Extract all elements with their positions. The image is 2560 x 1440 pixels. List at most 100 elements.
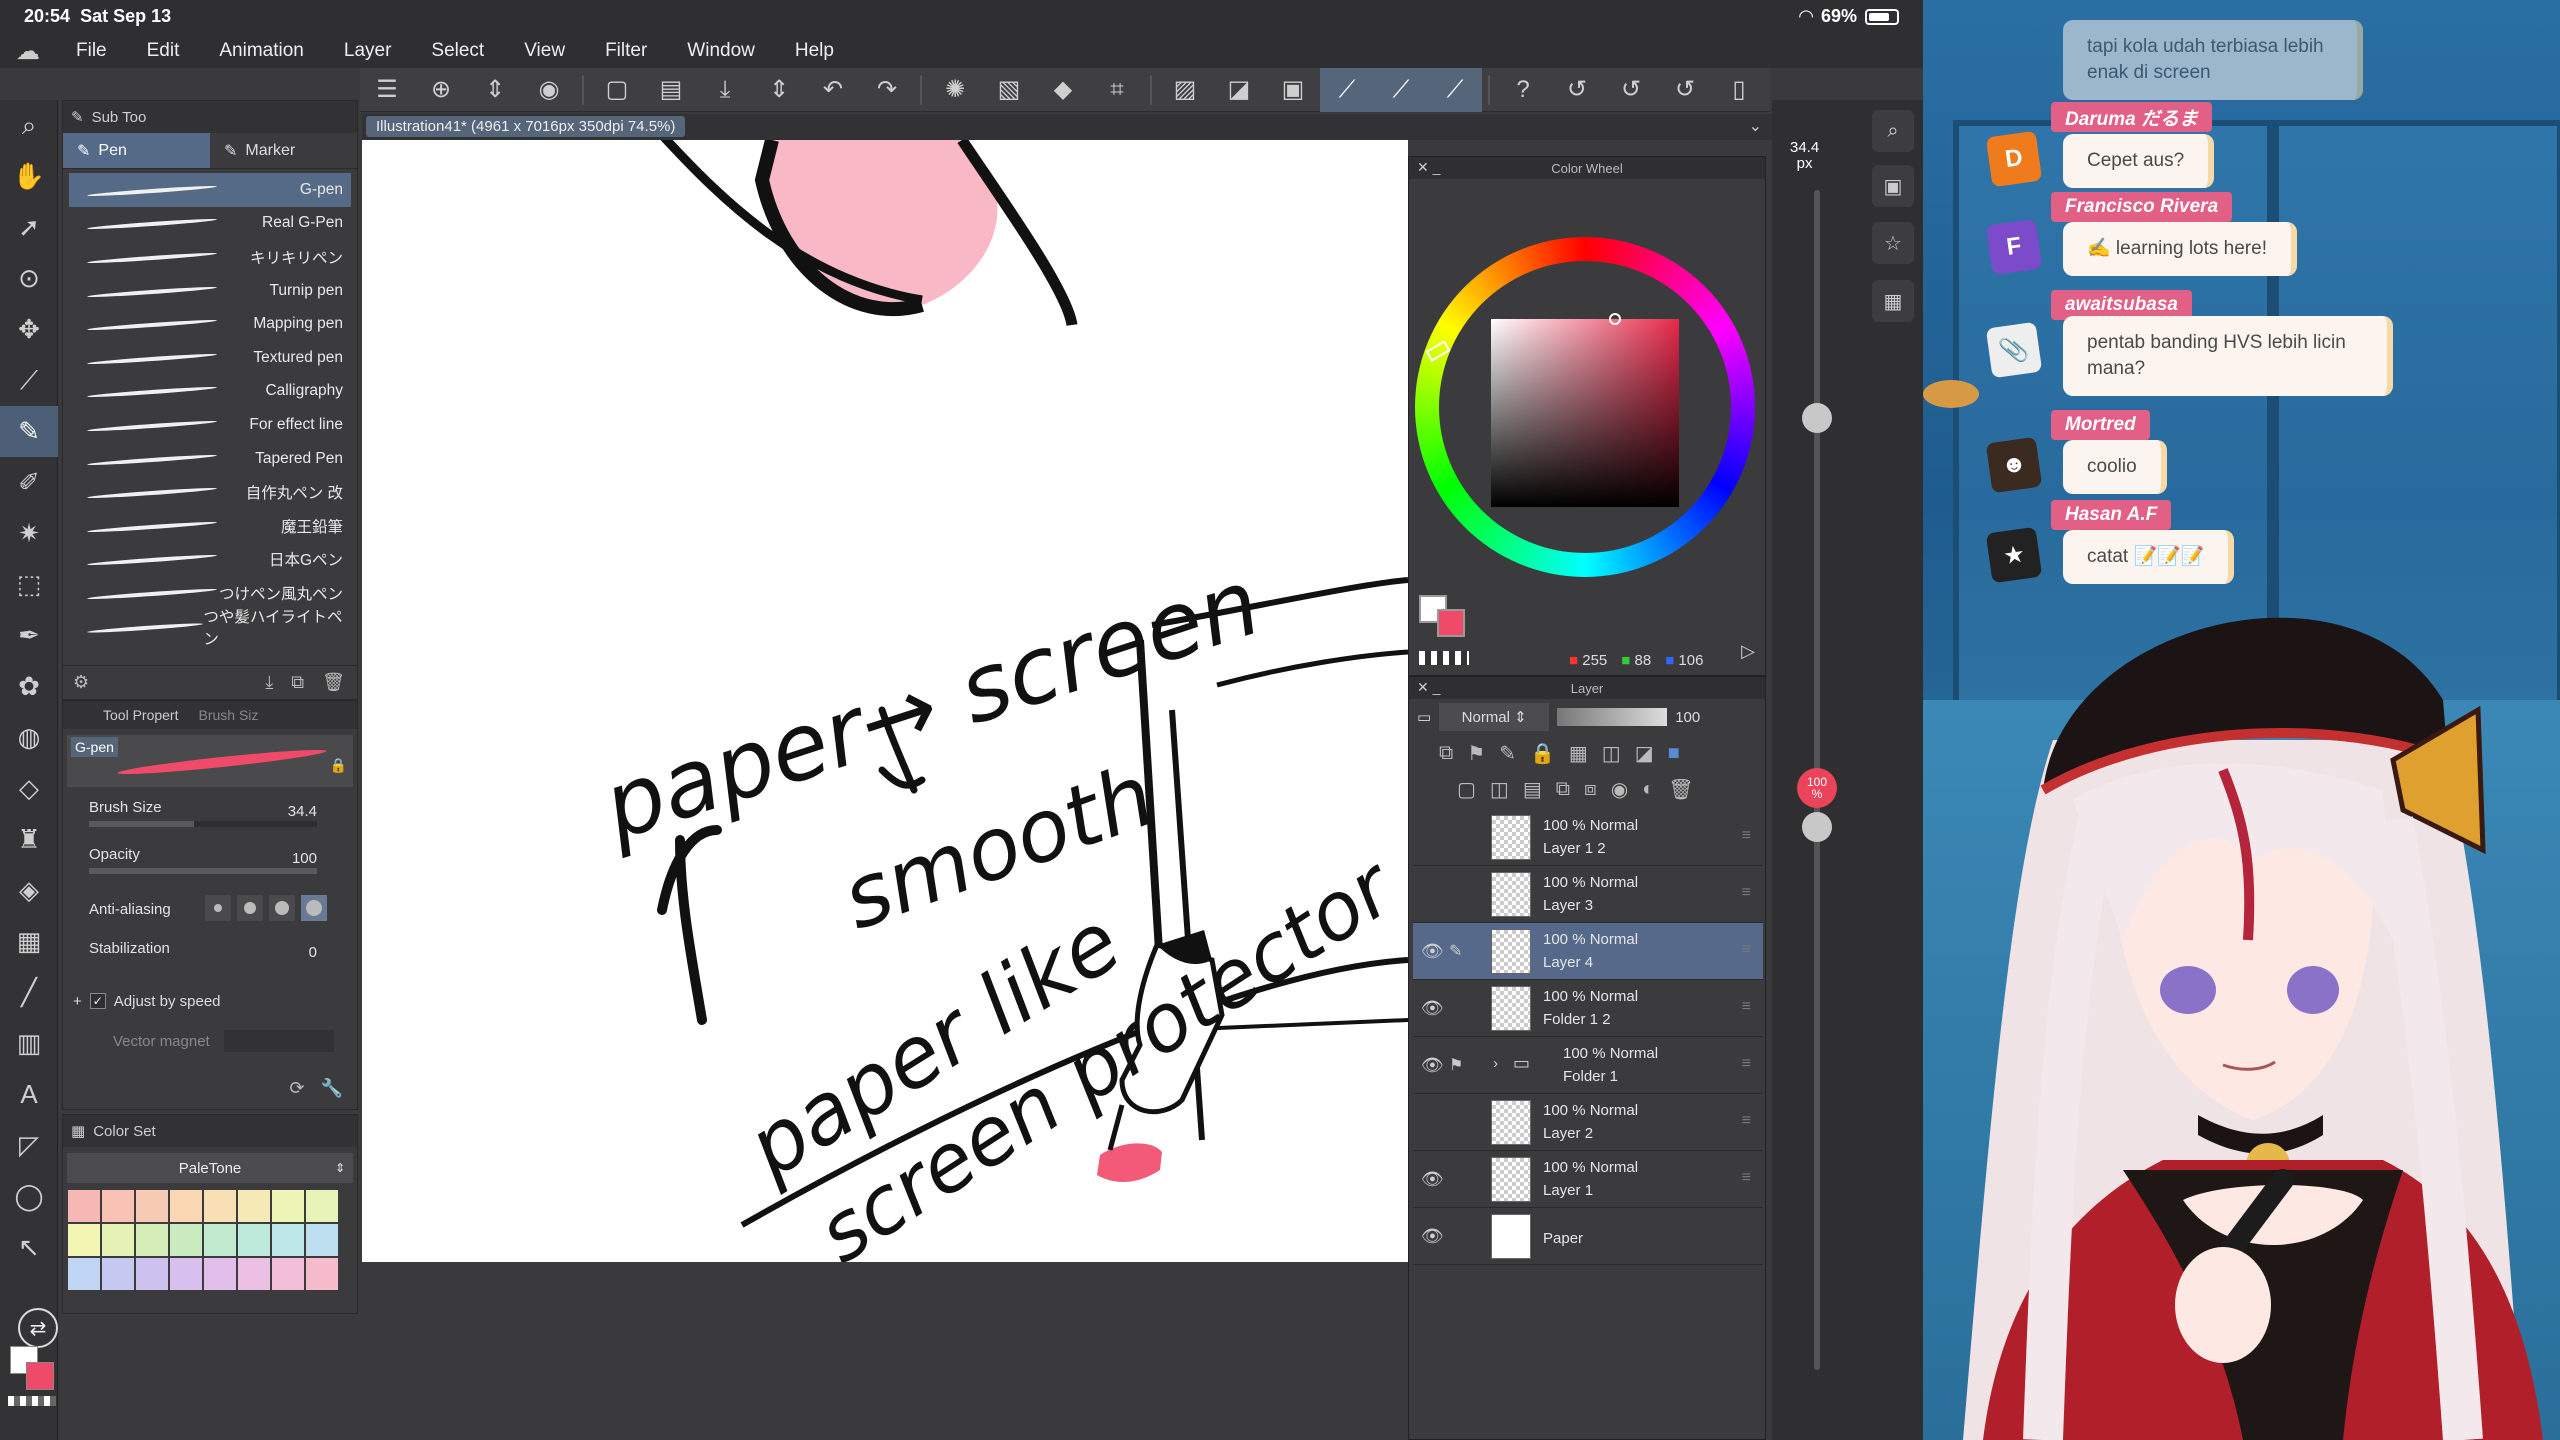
drag-handle-icon[interactable]: ≡ — [1742, 1112, 1751, 1130]
airbrush-tool-icon[interactable]: ✷ — [0, 508, 58, 559]
modifier-key-icon[interactable]: ⇄ — [18, 1308, 58, 1348]
eyedropper-tool-icon[interactable]: ⟋ — [0, 355, 58, 406]
brush-item[interactable]: Calligraphy — [69, 375, 351, 409]
save-icon[interactable]: ⤓ — [698, 68, 752, 112]
navigator-icon[interactable]: ▦ — [1872, 280, 1914, 322]
opacity-slider[interactable] — [89, 868, 317, 874]
brush-item[interactable]: つや髪ハイライトペン — [69, 609, 351, 648]
antialias-weak[interactable] — [237, 895, 263, 921]
vector-magnet-control[interactable] — [223, 1030, 334, 1052]
opacity-slider-knob[interactable] — [1802, 812, 1832, 842]
color-swatch[interactable] — [305, 1223, 339, 1257]
brush-size-slider[interactable] — [89, 821, 317, 827]
hand-tool-icon[interactable]: ✋ — [0, 151, 58, 202]
eraser-tool-icon[interactable]: ◇ — [0, 763, 58, 814]
brush-item[interactable]: Real G-Pen — [69, 207, 351, 241]
color-swatch[interactable] — [135, 1223, 169, 1257]
expand-plus-icon[interactable]: + — [73, 993, 82, 1010]
sub-color-swatch[interactable] — [1437, 609, 1465, 637]
transparent-swatch-icon[interactable] — [1419, 651, 1469, 665]
hamburger-menu-icon[interactable]: ☰ — [360, 68, 414, 112]
chevron-down-icon[interactable]: ⌄ — [1749, 116, 1762, 136]
menu-animation[interactable]: Animation — [199, 40, 324, 62]
layer-row-selected[interactable]: 👁 ✎ 100 % Normal Layer 4 ≡ — [1413, 923, 1763, 980]
move-tool-icon[interactable]: ✥ — [0, 304, 58, 355]
menu-file[interactable]: File — [56, 40, 127, 62]
color-swatch[interactable] — [203, 1189, 237, 1223]
drag-handle-icon[interactable]: ≡ — [1742, 1169, 1751, 1187]
updown-icon[interactable]: ⇕ — [468, 68, 522, 112]
clip-layer-icon[interactable]: ⧉ — [1439, 742, 1453, 765]
opacity-value[interactable]: 100 — [292, 850, 317, 867]
brush-size-slider-knob[interactable] — [1802, 403, 1832, 433]
vector-magnet-row[interactable]: Vector magnet — [63, 1021, 357, 1061]
blend-mode-select[interactable]: Normal ⇕ — [1439, 703, 1550, 731]
color-swatch[interactable] — [305, 1189, 339, 1223]
selection-b-icon[interactable]: ◪ — [1212, 68, 1266, 112]
brush-item[interactable]: Mapping pen — [69, 307, 351, 341]
lasso-tool-icon[interactable]: ◯ — [0, 1171, 58, 1222]
ruler-icon[interactable]: ◪ — [1635, 741, 1654, 766]
transform-icon[interactable]: ⌗ — [1090, 68, 1144, 112]
saturation-value-square[interactable] — [1491, 319, 1679, 507]
redo-icon[interactable]: ↷ — [860, 68, 914, 112]
edit-pen-icon[interactable]: ✎ — [1449, 941, 1462, 961]
pen-tool-icon[interactable]: ✎ — [0, 406, 58, 457]
drag-handle-icon[interactable]: ≡ — [1742, 884, 1751, 902]
reference-icon[interactable]: ⚑ — [1467, 741, 1485, 766]
color-swatch[interactable] — [67, 1189, 101, 1223]
menu-view[interactable]: View — [504, 40, 585, 62]
adjust-by-speed-checkbox[interactable]: ✓ — [89, 993, 106, 1009]
brush-item[interactable]: For effect line — [69, 408, 351, 442]
folder-row[interactable]: 👁 ⚑ › ▭ 100 % Normal Folder 1 ≡ — [1413, 1037, 1763, 1094]
line-tool-icon[interactable]: ╱ — [0, 967, 58, 1018]
layer-opacity-slider[interactable] — [1557, 708, 1668, 726]
antialias-medium[interactable] — [269, 895, 295, 921]
color-swatch[interactable] — [237, 1223, 271, 1257]
new-folder-icon[interactable]: ▤ — [1523, 777, 1542, 802]
new-file-icon[interactable]: ▢ — [590, 68, 644, 112]
reset-icon[interactable]: ⟳ — [289, 1078, 304, 1099]
color-swatch[interactable] — [101, 1257, 135, 1291]
brush-item[interactable]: 魔王鉛筆 — [69, 509, 351, 543]
tab-brush-size[interactable]: Brush Siz — [198, 707, 258, 723]
color-swatch[interactable] — [169, 1223, 203, 1257]
sv-picker-knob[interactable] — [1609, 313, 1621, 325]
color-swatch[interactable] — [101, 1223, 135, 1257]
sub-color-swatch[interactable] — [26, 1362, 54, 1390]
zoom-tool-icon[interactable]: ⌕ — [0, 100, 58, 151]
layer-row[interactable]: 👁 100 % Normal Layer 1 ≡ — [1413, 1151, 1763, 1208]
menu-window[interactable]: Window — [667, 40, 775, 62]
drag-handle-icon[interactable]: ≡ — [1742, 827, 1751, 845]
eye-icon[interactable]: 👁 — [1421, 1226, 1444, 1247]
lock-alpha-icon[interactable]: ▦ — [1569, 741, 1588, 766]
loading-icon[interactable]: ✺ — [928, 68, 982, 112]
color-swatch[interactable] — [169, 1257, 203, 1291]
color-swatch[interactable] — [169, 1189, 203, 1223]
undo-icon[interactable]: ↶ — [806, 68, 860, 112]
open-folder-icon[interactable]: ▤ — [644, 68, 698, 112]
snap-ruler-icon[interactable]: ⟋ — [1320, 67, 1374, 112]
eye-icon[interactable]: 👁 — [1421, 1055, 1444, 1076]
device-icon[interactable]: ▯ — [1712, 68, 1766, 112]
color-icon[interactable]: ■ — [1668, 742, 1680, 765]
lock-icon[interactable]: 🔒 — [1530, 741, 1555, 766]
paper-layer-row[interactable]: 👁 Paper — [1413, 1208, 1763, 1265]
layer-row[interactable]: 100 % Normal Layer 3 ≡ — [1413, 866, 1763, 923]
apply-mask-icon[interactable]: ◐ — [1642, 778, 1654, 801]
copy-layer-icon[interactable]: ⧉ — [1556, 778, 1570, 801]
layer-opacity-value[interactable]: 100 — [1675, 709, 1700, 726]
decoration-tool-icon[interactable]: ✿ — [0, 661, 58, 712]
tab-tool-property[interactable]: Tool Propert — [103, 707, 178, 723]
color-swatch[interactable] — [237, 1257, 271, 1291]
snap-special-icon[interactable]: ⟋ — [1374, 67, 1428, 112]
brush-tool-icon[interactable]: ✒ — [0, 610, 58, 661]
brush-item[interactable]: Turnip pen — [69, 274, 351, 308]
color-swatch[interactable] — [67, 1257, 101, 1291]
selection-a-icon[interactable]: ▨ — [1158, 68, 1212, 112]
reference-layer-icon[interactable]: ⚑ — [1449, 1055, 1463, 1075]
import-icon[interactable]: ⤓ — [265, 672, 273, 693]
fill-tool-icon[interactable]: ◈ — [0, 865, 58, 916]
wrench-icon[interactable]: 🔧 — [321, 1078, 343, 1099]
lock-icon[interactable]: 🔒 — [330, 757, 347, 774]
